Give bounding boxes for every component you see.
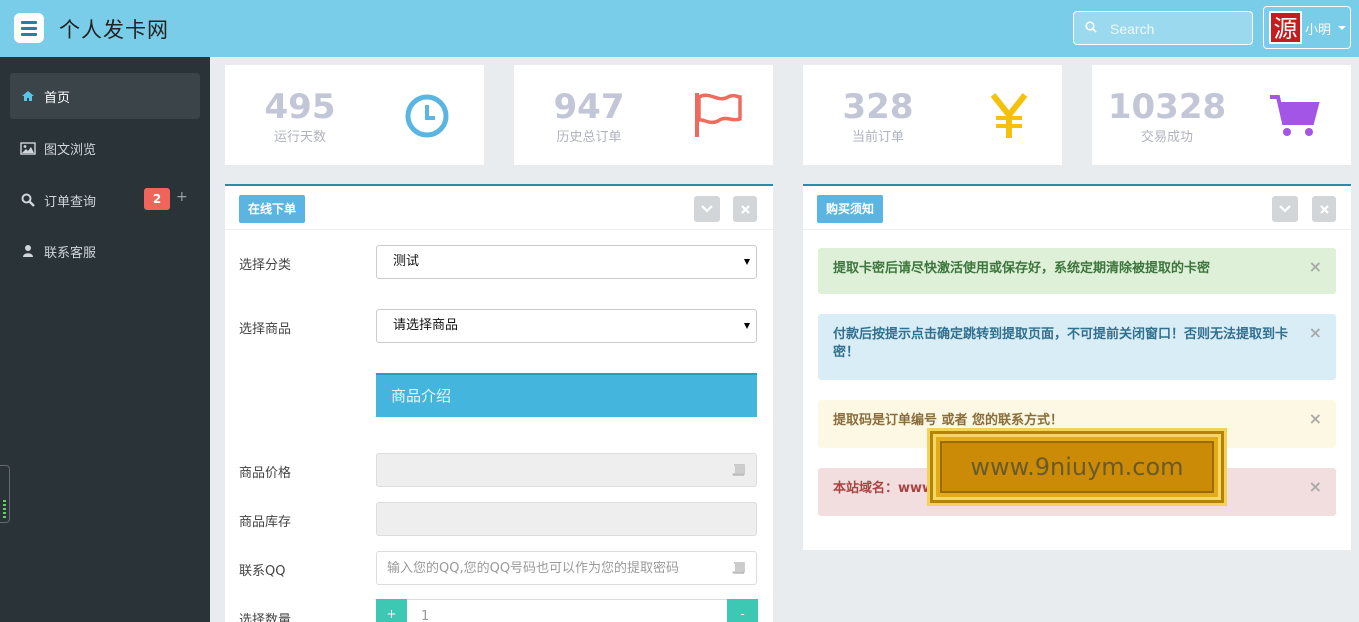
category-selected-value: 测试 — [393, 254, 420, 269]
collapse-button[interactable] — [694, 196, 720, 222]
order-count-badge: 2 — [144, 188, 170, 210]
search-box[interactable] — [1073, 11, 1253, 45]
stat-value: 10328 — [1107, 87, 1227, 127]
chevron-down-icon — [1279, 205, 1291, 213]
close-icon — [1319, 204, 1329, 214]
user-menu[interactable]: 源 小明 — [1263, 6, 1351, 49]
stat-label: 交易成功 — [1140, 130, 1193, 145]
stat-value: 328 — [842, 87, 914, 127]
stat-card-success: 10328 交易成功 — [1092, 65, 1351, 165]
collapse-button[interactable] — [1272, 196, 1298, 222]
top-header: 个人发卡网 源 小明 — [0, 0, 1359, 57]
qq-input[interactable] — [387, 561, 717, 576]
watermark-text: www.9niuym.com — [940, 441, 1214, 493]
cart-icon — [1270, 95, 1320, 136]
category-select[interactable]: 测试 — [376, 245, 757, 279]
stat-card-current-orders: 328 当前订单 — [803, 65, 1062, 165]
sidebar-item-order-query[interactable]: 订单查询 2 + — [10, 177, 200, 223]
category-label: 选择分类 — [239, 258, 292, 273]
yen-icon — [990, 93, 1028, 138]
quantity-label: 选择数量 — [239, 613, 292, 622]
expand-plus-icon[interactable]: + — [176, 189, 188, 205]
alert-text: 提取卡密后请尽快激活使用或保存好，系统定期清除被提取的卡密 — [833, 261, 1211, 276]
menu-toggle-button[interactable] — [14, 13, 44, 43]
alert-text: 提取码是订单编号 或者 您的联系方式！ — [833, 413, 1064, 428]
book-icon — [732, 562, 745, 574]
product-selected-value: 请选择商品 — [393, 318, 459, 333]
close-icon — [740, 204, 750, 214]
search-icon — [20, 192, 36, 208]
book-icon — [732, 464, 745, 476]
menu-icon — [21, 20, 37, 24]
chevron-down-icon — [1338, 26, 1346, 30]
search-input[interactable] — [1110, 18, 1240, 40]
brand-title: 个人发卡网 — [59, 18, 169, 42]
stat-label: 历史总订单 — [556, 130, 622, 145]
home-icon — [20, 88, 36, 104]
alert-text: 付款后按提示点击确定跳转到提取页面，不可提前关闭窗口！否则无法提取到卡密！ — [833, 327, 1289, 360]
dropdown-arrow-icon — [744, 259, 750, 265]
stat-card-days: 495 运行天数 — [225, 65, 484, 165]
price-field — [376, 453, 757, 487]
quantity-stepper[interactable]: 1 — [407, 599, 727, 622]
stock-label: 商品库存 — [239, 515, 292, 530]
stat-value: 947 — [553, 87, 625, 127]
chevron-down-icon — [701, 205, 713, 213]
stat-label: 运行天数 — [273, 130, 326, 145]
alert-text: 本站域名：www — [833, 481, 935, 496]
sidebar-item-label: 图文浏览 — [44, 142, 97, 158]
quantity-increase-button[interactable]: + — [376, 599, 407, 622]
notice-alert: 付款后按提示点击确定跳转到提取页面，不可提前关闭窗口！否则无法提取到卡密！ × — [818, 314, 1336, 380]
watermark-banner: www.9niuym.com — [927, 428, 1227, 506]
close-button[interactable] — [733, 196, 757, 222]
stat-label: 当前订单 — [851, 130, 904, 145]
panel-title: 购买须知 — [817, 195, 884, 223]
panel-header: 在线下单 — [225, 186, 773, 230]
product-intro-header: 商品介绍 — [376, 373, 757, 417]
user-icon — [20, 243, 36, 259]
stat-card-total-orders: 947 历史总订单 — [514, 65, 773, 165]
drag-handle[interactable] — [0, 465, 10, 523]
sidebar-item-label: 订单查询 — [44, 194, 97, 210]
panel-header: 购买须知 — [803, 186, 1351, 230]
clock-icon — [405, 94, 449, 138]
sidebar: 首页 图文浏览 订单查询 2 + 联系客服 — [0, 57, 210, 622]
order-panel: 在线下单 选择分类 测试 选择商品 请选择商品 商品介绍 商品价格 商品库存 联… — [225, 184, 773, 622]
avatar: 源 — [1269, 11, 1302, 44]
alert-close-button[interactable]: × — [1309, 258, 1322, 276]
price-label: 商品价格 — [239, 466, 292, 481]
alert-close-button[interactable]: × — [1309, 324, 1322, 342]
user-name: 小明 — [1305, 23, 1332, 38]
notice-alert: 提取卡密后请尽快激活使用或保存好，系统定期清除被提取的卡密 × — [818, 248, 1336, 294]
flag-icon — [695, 93, 742, 137]
sidebar-item-home[interactable]: 首页 — [10, 73, 200, 119]
product-label: 选择商品 — [239, 322, 292, 337]
image-icon — [20, 140, 36, 156]
panel-title: 在线下单 — [239, 195, 306, 223]
stock-field — [376, 502, 757, 536]
sidebar-item-gallery[interactable]: 图文浏览 — [10, 125, 200, 171]
qq-field[interactable] — [376, 551, 757, 585]
qq-label: 联系QQ — [239, 564, 286, 579]
product-select[interactable]: 请选择商品 — [376, 309, 757, 343]
quantity-decrease-button[interactable]: - — [727, 599, 758, 622]
dropdown-arrow-icon — [744, 323, 750, 329]
search-icon — [1085, 21, 1097, 33]
sidebar-item-label: 联系客服 — [44, 245, 97, 261]
sidebar-item-support[interactable]: 联系客服 — [10, 228, 200, 274]
sidebar-item-label: 首页 — [44, 90, 71, 106]
stat-value: 495 — [264, 87, 336, 127]
close-button[interactable] — [1312, 196, 1336, 222]
alert-close-button[interactable]: × — [1309, 410, 1322, 428]
alert-close-button[interactable]: × — [1309, 478, 1322, 496]
